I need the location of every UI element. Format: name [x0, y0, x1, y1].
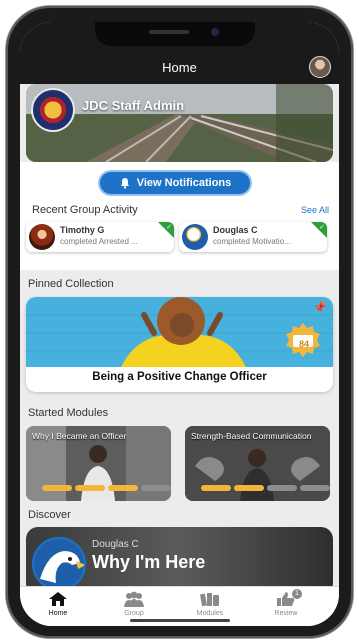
member-avatar	[29, 224, 55, 250]
app-screen: Home JDC Staff Admin View Notifications …	[20, 22, 339, 626]
pinned-collection-card[interactable]: 84 📌 Being a Positive Change Officer	[26, 297, 333, 392]
device-notch	[95, 22, 255, 46]
module-title: Strength-Based Communication	[191, 431, 312, 441]
progress-segment	[42, 485, 72, 491]
module-progress	[42, 485, 171, 491]
score-value: 84	[298, 339, 309, 349]
progress-segment	[300, 485, 330, 491]
profile-banner: JDC Staff Admin	[26, 84, 333, 162]
progress-segment	[75, 485, 105, 491]
eagle-icon	[40, 551, 84, 583]
tab-review-label: Review	[274, 610, 298, 617]
recent-activity-heading: Recent Group Activity	[32, 204, 138, 216]
activity-member-name: Timothy G	[60, 225, 105, 235]
module-card[interactable]: Why I Became an Officer	[26, 426, 171, 501]
tab-review[interactable]: Review 1	[256, 589, 316, 617]
activity-description: completed Arrested ...	[60, 237, 138, 246]
tab-group[interactable]: Group	[104, 591, 164, 617]
discover-heading: Discover	[28, 509, 71, 521]
agency-logo	[31, 88, 75, 132]
see-all-link[interactable]: See All	[301, 205, 329, 215]
discover-title: Why I'm Here	[92, 552, 206, 572]
progress-segment	[201, 485, 231, 491]
activity-description: completed Motivatio...	[213, 237, 291, 246]
progress-segment	[108, 485, 138, 491]
module-card[interactable]: Strength-Based Communication	[185, 426, 330, 501]
pinned-collection-heading: Pinned Collection	[28, 278, 114, 290]
tab-home-label: Home	[48, 610, 68, 617]
home-icon	[49, 592, 67, 606]
view-notifications-label: View Notifications	[136, 177, 232, 189]
discover-author: Douglas C	[92, 539, 139, 550]
home-indicator	[130, 619, 230, 622]
tab-modules-label: Modules	[196, 610, 224, 617]
pinned-collection-title: Being a Positive Change Officer	[92, 371, 267, 383]
module-progress	[201, 485, 330, 491]
review-badge: 1	[292, 589, 302, 599]
discover-card[interactable]: Douglas C Why I'm Here	[26, 527, 333, 595]
modules-icon	[199, 593, 219, 607]
progress-segment	[141, 485, 171, 491]
activity-member-name: Douglas C	[213, 225, 258, 235]
module-title: Why I Became an Officer	[32, 431, 127, 441]
pin-icon[interactable]: 📌	[313, 301, 327, 314]
tab-group-label: Group	[124, 610, 144, 617]
bell-icon	[120, 178, 129, 189]
tab-home[interactable]: Home	[28, 591, 88, 617]
user-avatar[interactable]	[309, 56, 331, 78]
check-icon: ✓	[319, 224, 325, 231]
eagle-avatar	[32, 537, 86, 591]
view-notifications-button[interactable]: View Notifications	[100, 172, 250, 194]
railroad-image	[26, 84, 333, 162]
check-icon: ✓	[166, 224, 172, 231]
member-avatar	[182, 224, 208, 250]
tab-modules[interactable]: Modules	[180, 591, 240, 617]
activity-card[interactable]: Timothy G completed Arrested ... ✓	[26, 222, 174, 252]
started-modules-heading: Started Modules	[28, 407, 109, 419]
page-title: Home	[162, 60, 197, 75]
activity-card[interactable]: Douglas C completed Motivatio... ✓	[179, 222, 327, 252]
profile-name: JDC Staff Admin	[82, 98, 185, 113]
progress-segment	[234, 485, 264, 491]
progress-segment	[267, 485, 297, 491]
group-icon	[124, 591, 144, 607]
